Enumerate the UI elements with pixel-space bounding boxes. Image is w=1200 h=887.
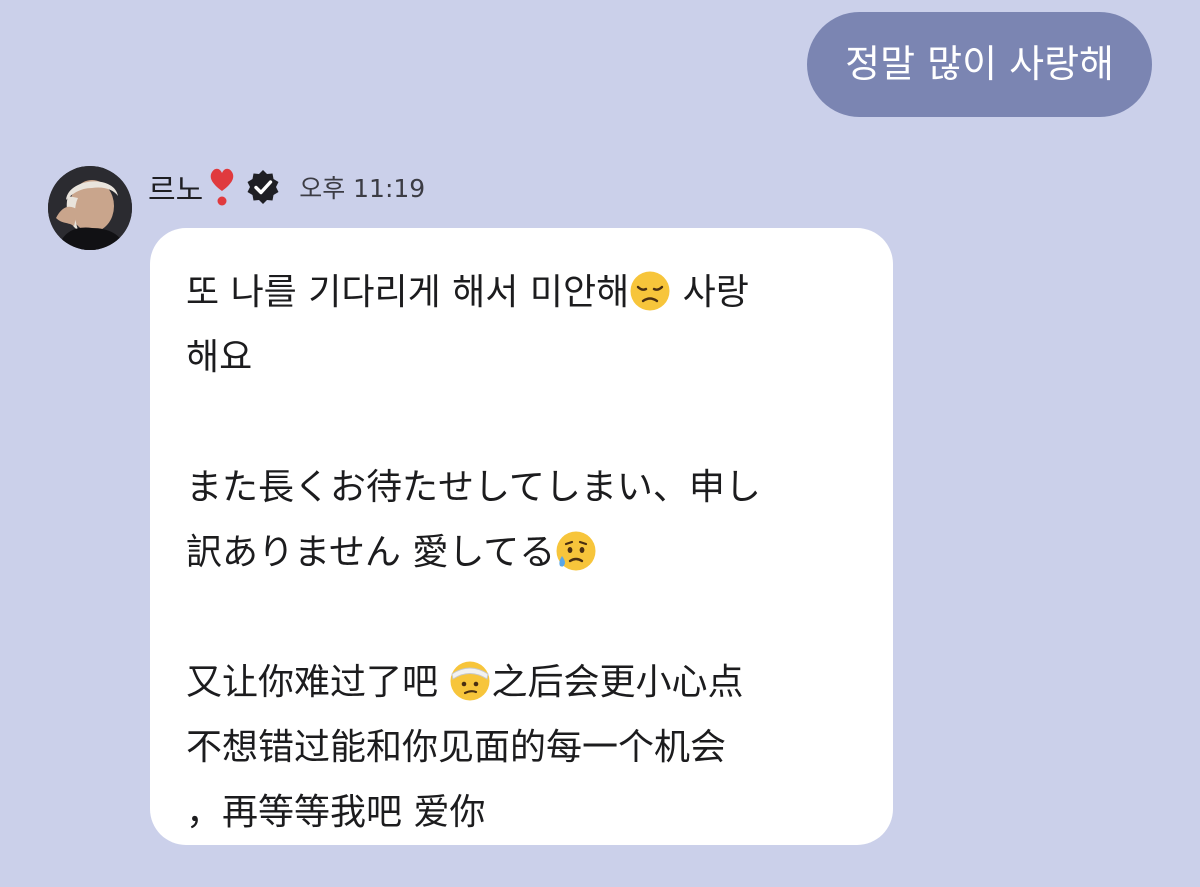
outgoing-message-bubble[interactable]: 정말 많이 사랑해	[807, 12, 1152, 117]
message-line: また長くお待たせしてしまい、申し	[186, 467, 761, 508]
message-line: 또 나를 기다리게 해서 미안해 사랑	[186, 270, 749, 313]
sender-avatar[interactable]	[48, 166, 132, 250]
message-paragraph-korean: 또 나를 기다리게 해서 미안해 사랑 해요	[186, 260, 863, 390]
sender-name[interactable]: 르노	[148, 165, 203, 209]
message-paragraph-chinese: 又让你难过了吧 之后会更小心点 不想错过能和你见面的每一个机会 ，再等等我吧 爱…	[186, 650, 863, 845]
message-line: 不想错过能和你见面的每一个机会	[186, 727, 727, 768]
incoming-message-bubble[interactable]: 또 나를 기다리게 해서 미안해 사랑 해요 また長くお待たせしてしまい、申し …	[150, 228, 893, 845]
bandaged-face-icon	[449, 660, 491, 702]
outgoing-message-text: 정말 많이 사랑해	[845, 42, 1114, 86]
verified-badge-icon	[245, 169, 281, 205]
avatar-photo	[48, 166, 132, 250]
message-paragraph-japanese: また長くお待たせしてしまい、申し 訳ありません 愛してる	[186, 455, 863, 585]
message-line: 又让你难过了吧 之后会更小心点	[186, 660, 744, 703]
message-line: 訳ありません 愛してる	[186, 520, 863, 585]
sender-header: 르노 오후 11:19	[148, 164, 425, 210]
disappointed-face-icon	[629, 270, 671, 312]
heart-exclamation-icon	[207, 165, 237, 209]
message-line: 해요	[186, 337, 253, 378]
message-line: ，再等等我吧 爱你	[186, 792, 486, 833]
message-timestamp: 오후 11:19	[299, 174, 426, 203]
sad-sweat-face-icon	[555, 530, 597, 572]
